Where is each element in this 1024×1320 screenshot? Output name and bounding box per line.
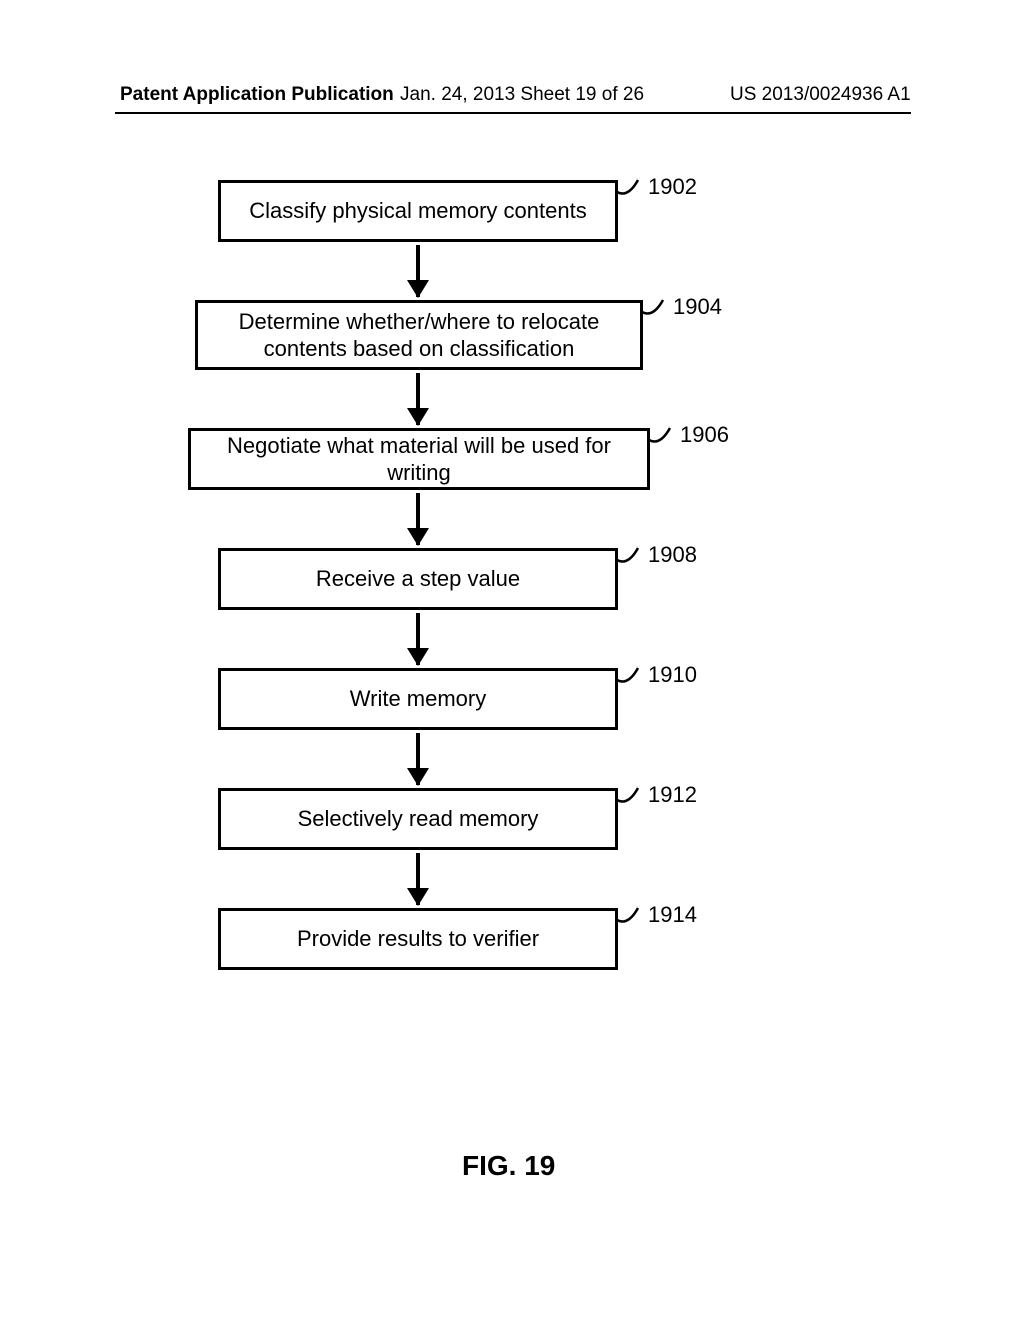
- flow-step-ref: 1906: [680, 422, 729, 448]
- leader-hook: [616, 546, 644, 574]
- leader-hook: [616, 666, 644, 694]
- flow-step: Selectively read memory: [218, 788, 618, 850]
- page: Patent Application Publication Jan. 24, …: [0, 0, 1024, 1320]
- leader-hook: [616, 178, 644, 206]
- flow-arrow: [416, 613, 420, 665]
- flow-step: Negotiate what material will be used for…: [188, 428, 650, 490]
- flow-arrow: [416, 493, 420, 545]
- header-publication-type: Patent Application Publication: [120, 84, 394, 106]
- flow-step-ref: 1904: [673, 294, 722, 320]
- header-rule: [115, 112, 911, 114]
- flow-arrow: [416, 733, 420, 785]
- flow-step-ref: 1908: [648, 542, 697, 568]
- header-date-sheet: Jan. 24, 2013 Sheet 19 of 26: [400, 84, 644, 106]
- flow-step-ref: 1902: [648, 174, 697, 200]
- flow-step-text: Negotiate what material will be used for…: [199, 432, 639, 487]
- flow-step-text: Write memory: [350, 685, 487, 713]
- flow-step-ref: 1914: [648, 902, 697, 928]
- leader-hook: [641, 298, 669, 326]
- leader-hook: [616, 906, 644, 934]
- flow-step-ref: 1912: [648, 782, 697, 808]
- flow-arrow: [416, 853, 420, 905]
- flow-step-text: Receive a step value: [316, 565, 520, 593]
- flow-arrow: [416, 373, 420, 425]
- flow-step: Receive a step value: [218, 548, 618, 610]
- flow-step-ref: 1910: [648, 662, 697, 688]
- leader-hook: [616, 786, 644, 814]
- flow-arrow: [416, 245, 420, 297]
- flow-step: Determine whether/where to relocate cont…: [195, 300, 643, 370]
- header-pub-number: US 2013/0024936 A1: [730, 84, 911, 106]
- flow-step-text: Classify physical memory contents: [249, 197, 586, 225]
- flow-step: Provide results to verifier: [218, 908, 618, 970]
- flow-step-text: Selectively read memory: [298, 805, 539, 833]
- leader-hook: [648, 426, 676, 454]
- flow-step: Classify physical memory contents: [218, 180, 618, 242]
- flow-step: Write memory: [218, 668, 618, 730]
- flow-step-text: Determine whether/where to relocate cont…: [206, 308, 632, 363]
- figure-caption: FIG. 19: [462, 1150, 555, 1182]
- flow-step-text: Provide results to verifier: [297, 925, 539, 953]
